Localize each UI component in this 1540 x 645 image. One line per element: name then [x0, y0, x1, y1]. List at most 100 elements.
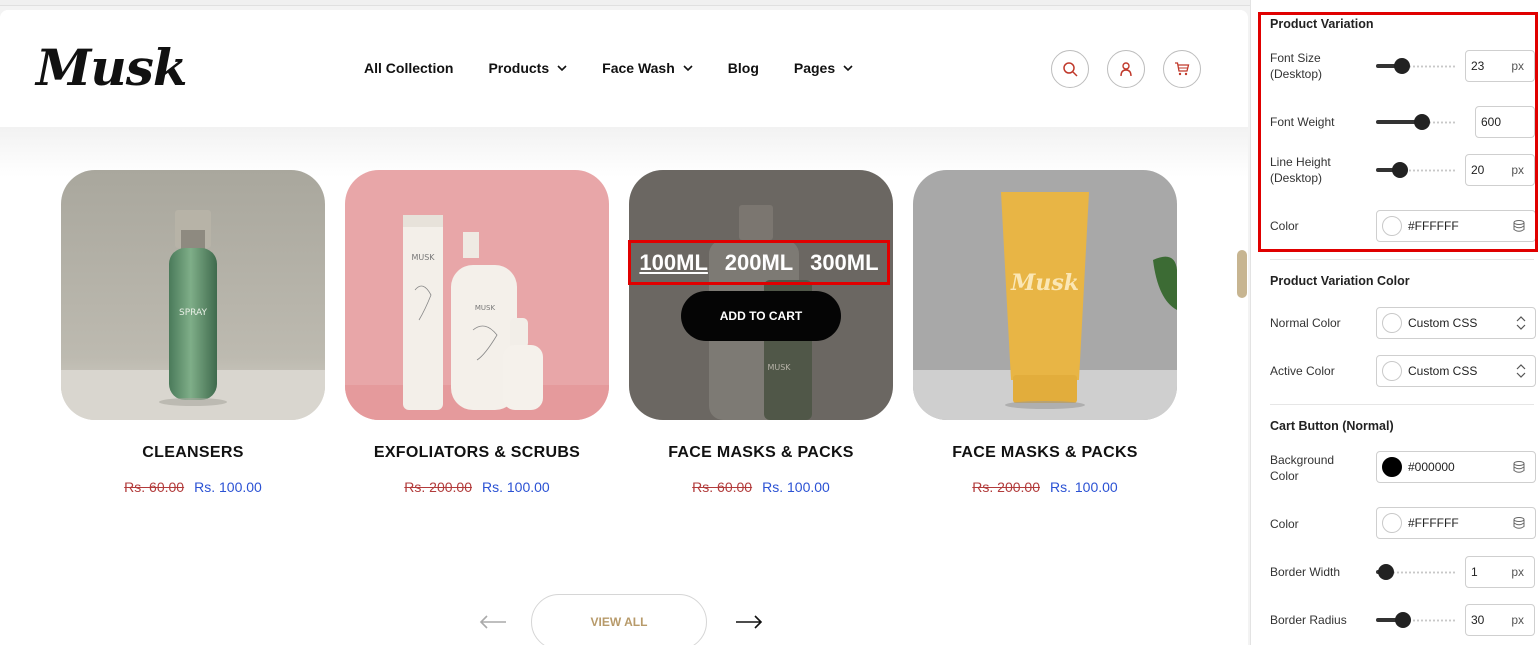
slider-thumb[interactable]	[1392, 162, 1408, 178]
nav-products[interactable]: Products	[488, 60, 567, 76]
old-price: Rs. 60.00	[692, 479, 753, 495]
product-prices: Rs. 200.00 Rs. 100.00	[345, 479, 609, 495]
nav-pages[interactable]: Pages	[794, 60, 853, 76]
view-all-button[interactable]: VIEW ALL	[531, 594, 707, 645]
site-preview: Musk All Collection Products Face Wash B…	[0, 0, 1250, 645]
arrow-right-icon[interactable]	[734, 612, 764, 632]
border-width-label: Border Width	[1270, 565, 1341, 579]
input-value: 30	[1471, 613, 1485, 627]
color-value: #FFFFFF	[1408, 219, 1459, 233]
font-weight-input[interactable]: 600	[1475, 106, 1535, 138]
tube-label: Musk	[1010, 270, 1079, 296]
old-price: Rs. 200.00	[404, 479, 472, 495]
background-color-label: Background Color	[1270, 453, 1335, 483]
border-width-slider[interactable]	[1376, 564, 1456, 580]
product-image[interactable]: SPRAY	[61, 170, 325, 420]
select-updown-icon	[1516, 364, 1526, 378]
border-radius-slider[interactable]	[1376, 612, 1456, 628]
border-width-input[interactable]: 1 px	[1465, 556, 1535, 588]
bottle-label: SPRAY	[179, 308, 207, 318]
product-title[interactable]: EXFOLIATORS & SCRUBS	[345, 444, 609, 462]
add-to-cart-button[interactable]: ADD TO CART	[681, 291, 841, 341]
font-size-slider[interactable]	[1376, 58, 1456, 74]
variation-300ml[interactable]: 300ML	[810, 250, 878, 276]
section-divider	[1270, 259, 1534, 260]
select-value: Custom CSS	[1408, 316, 1478, 330]
product-card[interactable]: MUSK MUSK EXFOLIATORS & SCRUBS Rs. 200.0…	[345, 170, 609, 495]
global-color-icon[interactable]	[1512, 219, 1526, 233]
cart-button[interactable]	[1163, 50, 1201, 88]
product-prices: Rs. 60.00 Rs. 100.00	[629, 479, 893, 495]
preview-top-strip	[0, 0, 1250, 6]
nav-label: Blog	[727, 60, 759, 76]
product-photo-green-spray: SPRAY	[61, 170, 325, 420]
font-size-input[interactable]: 23 px	[1465, 50, 1535, 82]
slider-thumb[interactable]	[1414, 114, 1431, 130]
product-image[interactable]: MUSK MUSK	[345, 170, 609, 420]
nav-blog[interactable]: Blog	[728, 60, 759, 76]
color-value: #FFFFFF	[1408, 516, 1459, 530]
input-value: 1	[1471, 565, 1478, 579]
line-height-slider[interactable]	[1376, 162, 1456, 178]
cart-icon	[1175, 62, 1190, 76]
variation-100ml[interactable]: 100ML	[639, 250, 707, 276]
new-price: Rs. 100.00	[194, 479, 262, 495]
cart-bg-color-picker[interactable]: #000000	[1376, 451, 1536, 483]
old-price: Rs. 200.00	[972, 479, 1040, 495]
product-prices: Rs. 60.00 Rs. 100.00	[61, 479, 325, 495]
product-card[interactable]: Musk FACE MASKS & PACKS Rs. 200.00 Rs. 10…	[913, 170, 1177, 495]
unit-label: px	[1511, 59, 1524, 73]
search-icon	[1063, 62, 1078, 77]
font-weight-slider[interactable]	[1376, 114, 1456, 130]
variation-200ml[interactable]: 200ML	[725, 250, 793, 276]
product-prices: Rs. 200.00 Rs. 100.00	[913, 479, 1177, 495]
preview-scrollbar-thumb[interactable]	[1237, 250, 1247, 298]
color-swatch[interactable]	[1382, 361, 1402, 381]
chevron-down-icon	[683, 65, 693, 72]
active-color-select[interactable]: Custom CSS	[1376, 355, 1536, 387]
settings-panel: Product Variation Font Size (Desktop) 23…	[1250, 0, 1540, 645]
color-value: #000000	[1408, 460, 1455, 474]
color-swatch[interactable]	[1382, 457, 1402, 477]
nav-all-collection[interactable]: All Collection	[364, 60, 453, 76]
product-title[interactable]: CLEANSERS	[61, 444, 325, 462]
slider-thumb[interactable]	[1377, 564, 1394, 580]
line-height-input[interactable]: 20 px	[1465, 154, 1535, 186]
input-value: 20	[1471, 163, 1485, 177]
color-swatch[interactable]	[1382, 513, 1402, 533]
global-color-icon[interactable]	[1512, 460, 1526, 474]
font-weight-label: Font Weight	[1270, 115, 1335, 129]
normal-color-select[interactable]: Custom CSS	[1376, 307, 1536, 339]
product-image[interactable]: Musk	[913, 170, 1177, 420]
section-title-product-variation-color[interactable]: Product Variation Color	[1270, 274, 1410, 288]
cart-text-color-picker[interactable]: #FFFFFF	[1376, 507, 1536, 539]
color-swatch[interactable]	[1382, 313, 1402, 333]
product-title[interactable]: FACE MASKS & PACKS	[629, 444, 893, 462]
nav-label: All Collection	[364, 60, 454, 76]
slider-thumb[interactable]	[1395, 612, 1412, 628]
arrow-left-icon[interactable]	[478, 612, 508, 632]
variation-color-picker[interactable]: #FFFFFF	[1376, 210, 1536, 242]
border-radius-input[interactable]: 30 px	[1465, 604, 1535, 636]
color-swatch[interactable]	[1382, 216, 1402, 236]
product-photo-yellow-tube: Musk	[913, 170, 1177, 420]
account-button[interactable]	[1107, 50, 1145, 88]
section-title-cart-button[interactable]: Cart Button (Normal)	[1270, 419, 1394, 433]
site-logo[interactable]: Musk	[36, 38, 187, 97]
chevron-down-icon	[843, 65, 853, 72]
site-page: Musk All Collection Products Face Wash B…	[0, 10, 1248, 645]
main-nav: All Collection Products Face Wash Blog P…	[364, 60, 888, 76]
global-color-icon[interactable]	[1512, 516, 1526, 530]
product-card[interactable]: SPRAY CLEANSERS Rs. 60.00 Rs. 100.00	[61, 170, 325, 495]
product-photo-white-bottles: MUSK MUSK	[345, 170, 609, 420]
select-updown-icon	[1516, 316, 1526, 330]
user-icon	[1120, 62, 1132, 77]
section-title-product-variation[interactable]: Product Variation	[1270, 17, 1374, 31]
nav-face-wash[interactable]: Face Wash	[602, 60, 693, 76]
slider-thumb[interactable]	[1393, 58, 1410, 74]
section-divider	[1270, 404, 1534, 405]
old-price: Rs. 60.00	[124, 479, 185, 495]
search-button[interactable]	[1051, 50, 1089, 88]
unit-label: px	[1511, 163, 1524, 177]
product-title[interactable]: FACE MASKS & PACKS	[913, 444, 1177, 462]
